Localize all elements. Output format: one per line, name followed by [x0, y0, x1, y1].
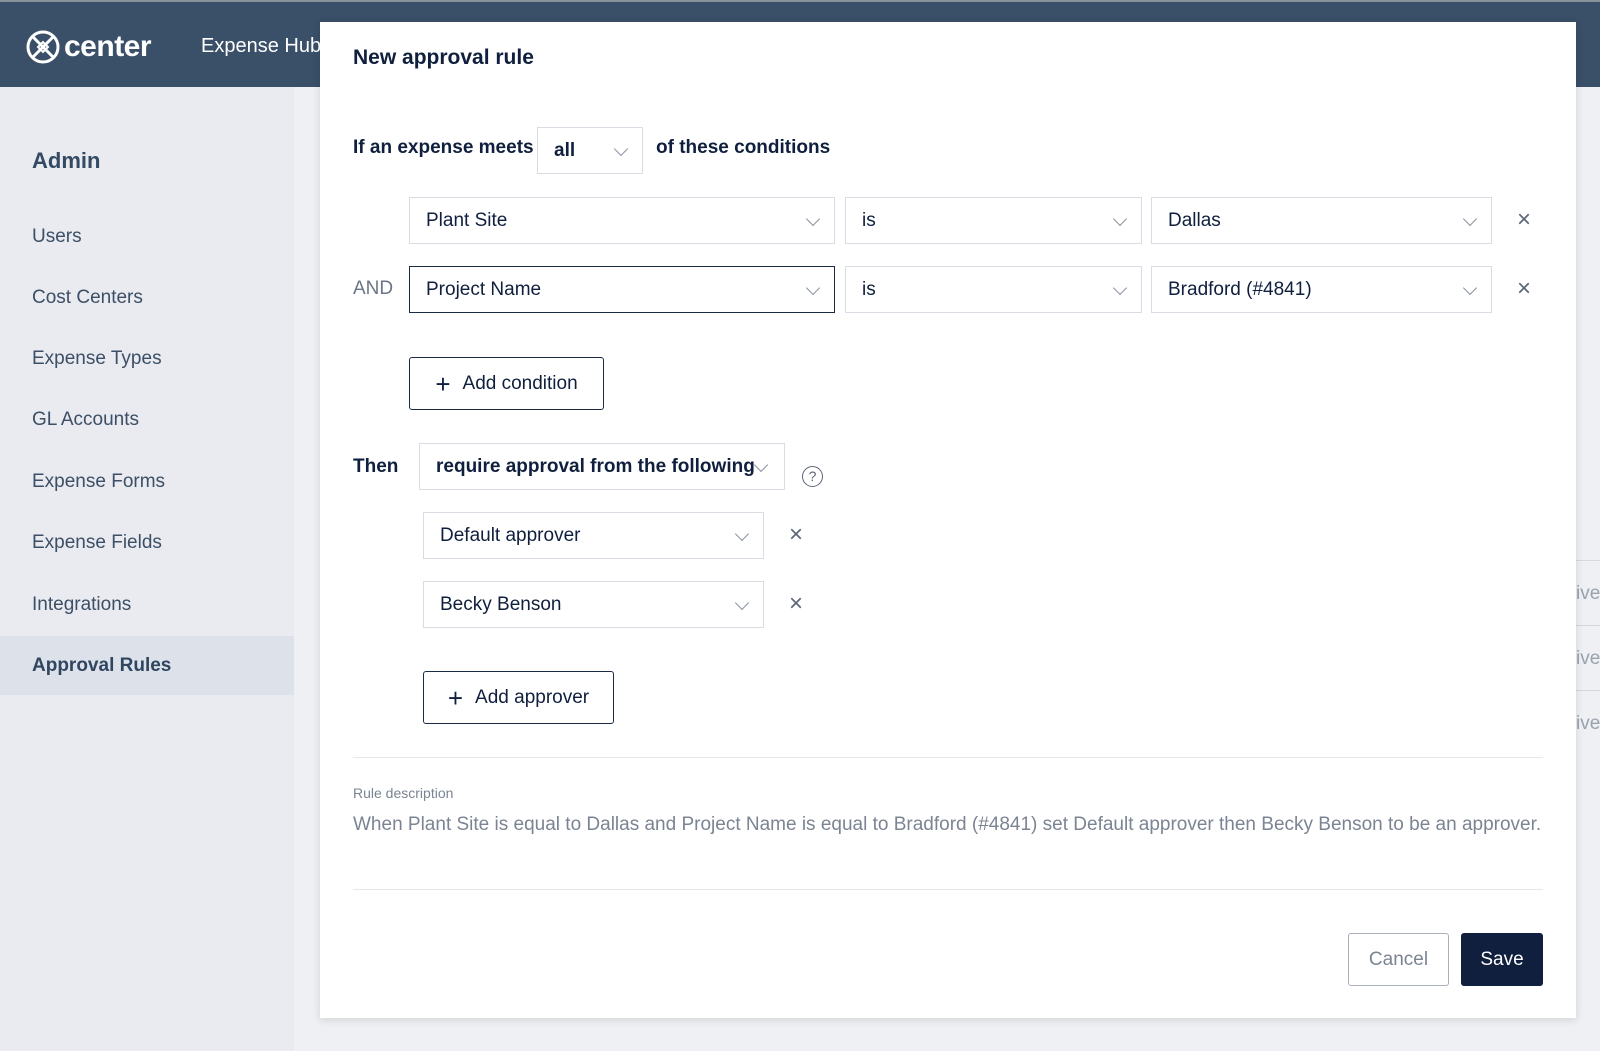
chevron-down-icon — [734, 595, 750, 610]
new-approval-rule-modal: New approval rule If an expense meets al… — [320, 22, 1576, 1018]
field-value: Project Name — [426, 278, 542, 300]
sidebar-item-users[interactable]: Users — [0, 207, 294, 266]
sidebar-heading: Admin — [32, 148, 101, 173]
add-condition-label: Add condition — [462, 372, 578, 394]
background-row: ive — [1576, 690, 1600, 755]
save-button[interactable]: Save — [1461, 933, 1543, 986]
background-row: ive — [1576, 560, 1600, 625]
chevron-down-icon — [1112, 211, 1128, 226]
add-condition-button[interactable]: + Add condition — [409, 357, 604, 410]
value-text: Dallas — [1168, 209, 1221, 231]
chevron-down-icon — [1462, 211, 1478, 226]
match-value: all — [554, 139, 576, 161]
sidebar-item-expense-types[interactable]: Expense Types — [0, 329, 294, 388]
divider — [353, 889, 1543, 890]
remove-approver-close-icon[interactable]: × — [786, 523, 806, 547]
value-text: Bradford (#4841) — [1168, 278, 1312, 300]
chevron-down-icon — [805, 211, 821, 226]
rule-description-text: When Plant Site is equal to Dallas and P… — [353, 814, 1542, 835]
logo[interactable]: center — [26, 30, 152, 64]
then-label: Then — [353, 456, 399, 477]
sidebar-item-cost-centers[interactable]: Cost Centers — [0, 268, 294, 327]
cancel-button[interactable]: Cancel — [1348, 933, 1449, 986]
chevron-down-icon — [613, 141, 629, 156]
remove-condition-close-icon[interactable]: × — [1514, 277, 1534, 301]
condition-connector: AND — [353, 278, 394, 299]
action-value: require approval from the following — [436, 455, 755, 477]
match-select[interactable]: all — [537, 127, 643, 174]
sidebar-item-integrations[interactable]: Integrations — [0, 575, 294, 634]
operator-value: is — [862, 278, 876, 300]
approver-select[interactable]: Becky Benson — [423, 581, 764, 628]
rule-description-label: Rule description — [353, 785, 454, 801]
chevron-down-icon — [805, 280, 821, 295]
modal-title: New approval rule — [353, 46, 534, 69]
plus-icon: + — [435, 368, 451, 399]
background-row: ive — [1576, 625, 1600, 690]
condition-value-select[interactable]: Bradford (#4841) — [1151, 266, 1492, 313]
condition-field-select[interactable]: Plant Site — [409, 197, 835, 244]
condition-field-select[interactable]: Project Name — [409, 266, 835, 313]
chevron-down-icon — [1112, 280, 1128, 295]
approver-value: Becky Benson — [440, 593, 562, 615]
action-select[interactable]: require approval from the following — [419, 443, 785, 490]
remove-approver-close-icon[interactable]: × — [786, 592, 806, 616]
condition-prefix: If an expense meets — [353, 137, 534, 158]
condition-suffix: of these conditions — [656, 137, 831, 158]
chevron-down-icon — [734, 526, 750, 541]
chevron-down-icon — [1462, 280, 1478, 295]
help-icon[interactable]: ? — [802, 466, 823, 487]
logo-text: center — [64, 30, 152, 63]
condition-value-select[interactable]: Dallas — [1151, 197, 1492, 244]
add-approver-label: Add approver — [475, 686, 590, 708]
sidebar-item-gl-accounts[interactable]: GL Accounts — [0, 390, 294, 449]
sidebar-item-approval-rules[interactable]: Approval Rules — [0, 636, 294, 695]
add-approver-button[interactable]: + Add approver — [423, 671, 614, 724]
sidebar-item-expense-forms[interactable]: Expense Forms — [0, 452, 294, 511]
plus-icon: + — [447, 682, 464, 713]
condition-operator-select[interactable]: is — [845, 197, 1142, 244]
section-title[interactable]: Expense Hub — [201, 35, 321, 58]
chevron-down-icon — [753, 457, 769, 472]
center-logo-icon — [26, 30, 60, 64]
condition-operator-select[interactable]: is — [845, 266, 1142, 313]
approver-select[interactable]: Default approver — [423, 512, 764, 559]
remove-condition-close-icon[interactable]: × — [1514, 208, 1534, 232]
operator-value: is — [862, 209, 876, 231]
field-value: Plant Site — [426, 209, 508, 231]
sidebar-item-expense-fields[interactable]: Expense Fields — [0, 513, 294, 572]
divider — [353, 757, 1543, 758]
sidebar: Admin Users Cost Centers Expense Types G… — [0, 87, 294, 1051]
approver-value: Default approver — [440, 524, 581, 546]
